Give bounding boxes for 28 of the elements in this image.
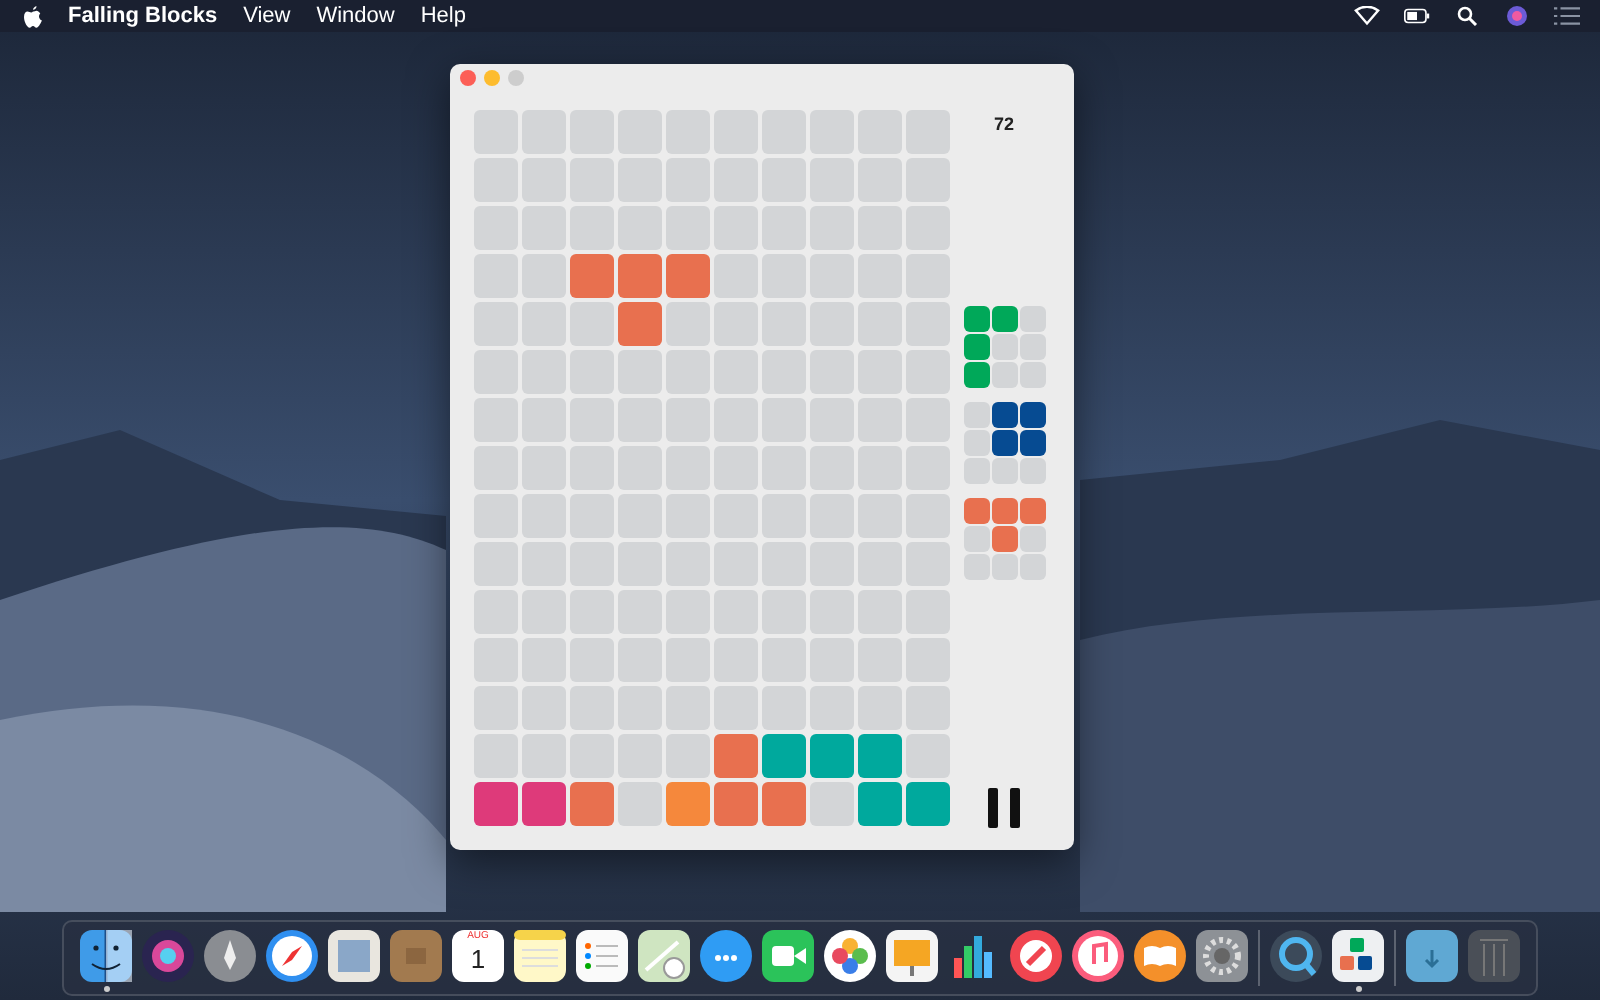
presentation-icon[interactable]	[886, 930, 938, 982]
score: 72	[993, 114, 1014, 134]
compass-icon[interactable]	[266, 930, 318, 982]
orb-icon[interactable]	[142, 930, 194, 982]
close-button[interactable]	[460, 70, 476, 86]
menu-item[interactable]: View	[243, 4, 291, 28]
trash-icon[interactable]	[1468, 930, 1520, 982]
notepad-icon[interactable]	[514, 930, 566, 982]
flower-icon[interactable]	[824, 930, 876, 982]
menu-item[interactable]: Help	[420, 4, 466, 28]
apple-logo-icon[interactable]	[24, 5, 42, 27]
battery-icon[interactable]	[1404, 6, 1430, 26]
folder-icon[interactable]	[1406, 930, 1458, 982]
pause-button[interactable]	[986, 788, 1022, 828]
gear-icon[interactable]	[1196, 930, 1248, 982]
magnifier-icon[interactable]	[1270, 930, 1322, 982]
menu-item[interactable]: Window	[316, 4, 395, 28]
orb-icon[interactable]	[1504, 6, 1530, 26]
open-book-icon[interactable]	[1134, 930, 1186, 982]
list-icon[interactable]	[1554, 6, 1580, 26]
wifi-icon[interactable]	[1354, 6, 1380, 26]
app-menu[interactable]: Falling Blocks	[68, 4, 218, 28]
blocks-icon[interactable]	[1332, 930, 1384, 982]
checklist-icon[interactable]	[576, 930, 628, 982]
face-icon[interactable]	[80, 930, 132, 982]
chat-bubble-icon[interactable]	[700, 930, 752, 982]
search-icon[interactable]	[1454, 6, 1480, 26]
video-camera-icon[interactable]	[762, 930, 814, 982]
